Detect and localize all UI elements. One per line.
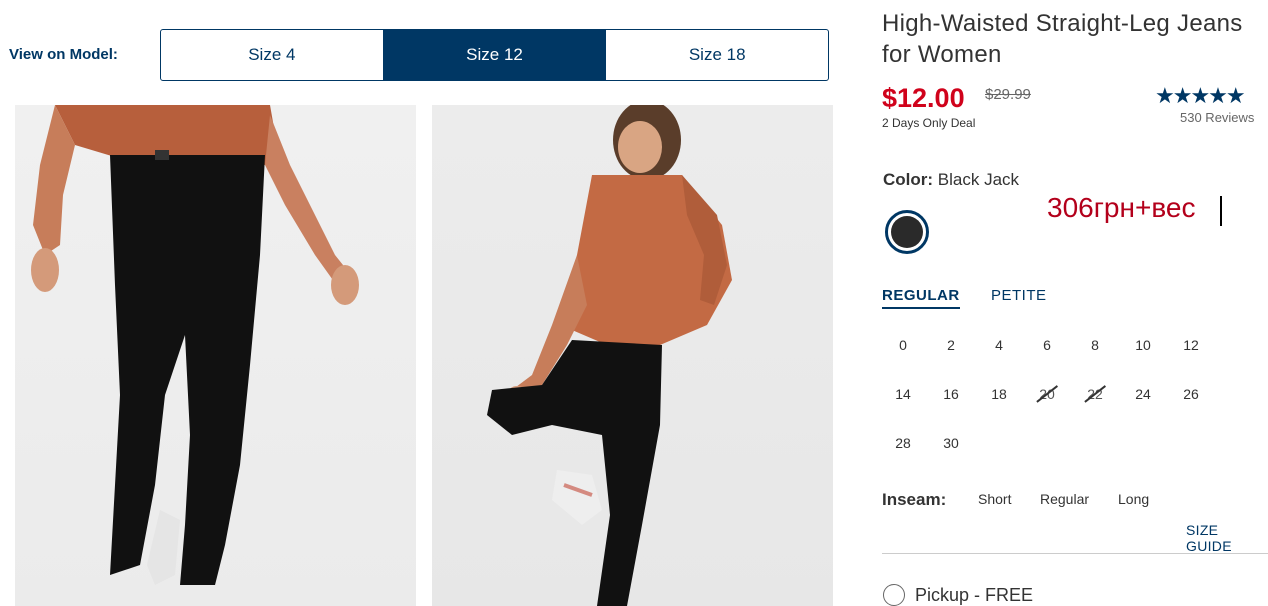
- product-image-back[interactable]: [432, 105, 833, 606]
- size-option[interactable]: 14: [879, 369, 927, 418]
- model-tab-size-18[interactable]: Size 18: [606, 30, 828, 80]
- size-option[interactable]: 12: [1167, 320, 1215, 369]
- size-guide-link[interactable]: SIZE GUIDE: [1186, 522, 1268, 554]
- handwritten-annotation: 306грн+вес: [1047, 192, 1196, 223]
- color-value: Black Jack: [937, 170, 1020, 189]
- size-option[interactable]: 24: [1119, 369, 1167, 418]
- size-option-unavailable[interactable]: 22: [1071, 369, 1119, 418]
- size-option[interactable]: 18: [975, 369, 1023, 418]
- model-tab-size-4[interactable]: Size 4: [161, 30, 384, 80]
- size-option[interactable]: 2: [927, 320, 975, 369]
- view-on-model-label: View on Model:: [9, 46, 118, 63]
- reviews-link[interactable]: 530 Reviews: [1180, 110, 1254, 125]
- model-tab-size-12[interactable]: Size 12: [383, 30, 607, 80]
- swatch-fill: [891, 216, 923, 248]
- sale-price: $12.00: [882, 83, 965, 113]
- size-option[interactable]: 0: [879, 320, 927, 369]
- size-option[interactable]: 6: [1023, 320, 1071, 369]
- color-swatch-black-jack[interactable]: [885, 210, 929, 254]
- inseam-regular[interactable]: Regular: [1040, 491, 1089, 507]
- size-option[interactable]: 4: [975, 320, 1023, 369]
- size-option[interactable]: 28: [879, 418, 927, 467]
- original-price: $29.99: [985, 86, 1031, 103]
- divider: [882, 553, 1268, 554]
- deal-label: 2 Days Only Deal: [882, 116, 976, 130]
- pickup-radio[interactable]: [883, 584, 905, 606]
- tab-petite[interactable]: PETITE: [991, 287, 1047, 307]
- product-title: High-Waisted Straight-Leg Jeans for Wome…: [882, 10, 1243, 68]
- pickup-label: Pickup - FREE: [915, 585, 1034, 605]
- inseam-short[interactable]: Short: [978, 491, 1011, 507]
- size-option[interactable]: 10: [1119, 320, 1167, 369]
- size-option[interactable]: 30: [927, 418, 975, 467]
- size-option[interactable]: 8: [1071, 320, 1119, 369]
- size-option-unavailable[interactable]: 20: [1023, 369, 1071, 418]
- size-grid: 0 2 4 6 8 10 12 14 16 18 20 22 24 26 28 …: [879, 320, 1199, 467]
- color-label: Color:: [883, 170, 934, 189]
- color-label-row: Color: Black Jack: [883, 170, 1019, 190]
- text-cursor: [1220, 196, 1222, 226]
- inseam-long[interactable]: Long: [1118, 491, 1149, 507]
- model-size-tabs: Size 4 Size 12 Size 18: [160, 29, 829, 81]
- inseam-label: Inseam:: [882, 490, 947, 509]
- size-option[interactable]: 16: [927, 369, 975, 418]
- tab-regular[interactable]: REGULAR: [882, 287, 960, 309]
- product-image-front[interactable]: [15, 105, 416, 606]
- rating-stars-icon[interactable]: ★★★★★: [1155, 83, 1246, 109]
- size-option[interactable]: 26: [1167, 369, 1215, 418]
